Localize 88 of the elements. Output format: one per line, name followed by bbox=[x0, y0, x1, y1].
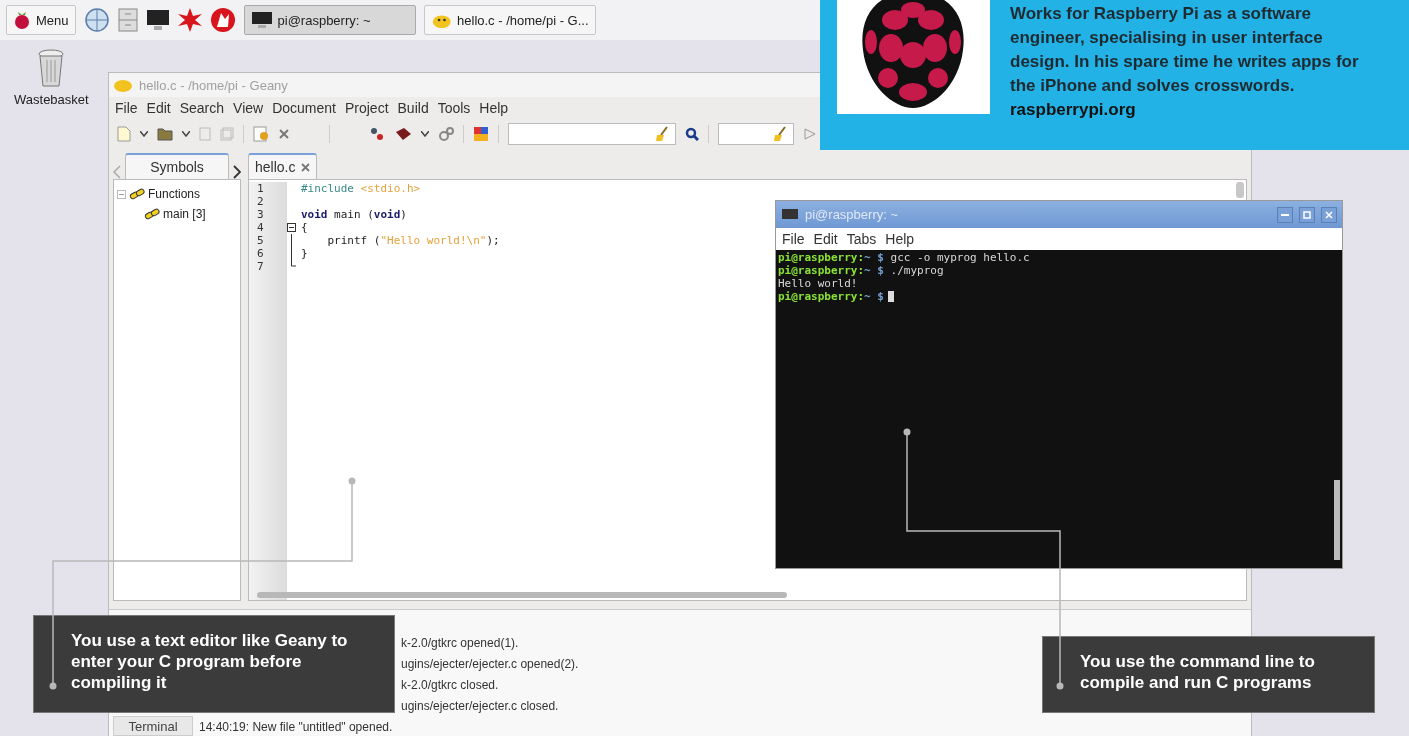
line-number: 7 bbox=[257, 260, 265, 273]
search-icon[interactable] bbox=[685, 127, 699, 141]
menu-item[interactable]: Edit bbox=[813, 231, 838, 247]
fold-marker-icon[interactable] bbox=[287, 221, 296, 234]
starburst-icon[interactable] bbox=[177, 8, 202, 32]
line-number: 5 bbox=[257, 234, 265, 247]
maximize-icon bbox=[1303, 210, 1311, 219]
minimize-button[interactable] bbox=[1277, 206, 1293, 223]
symbol-item[interactable]: main [3] bbox=[163, 207, 206, 221]
sidebar-tab[interactable]: Symbols bbox=[125, 153, 229, 179]
monitor-icon bbox=[250, 11, 273, 29]
menu-item[interactable]: Help bbox=[479, 100, 509, 116]
code-line: { bbox=[301, 221, 308, 234]
menu-item[interactable]: Build bbox=[397, 100, 429, 116]
log-line: k-2.0/gtkrc closed. bbox=[401, 677, 499, 692]
close-icon[interactable] bbox=[301, 162, 311, 172]
callout-text: You use a text editor like Geany to enter your C program before compiling it bbox=[71, 630, 349, 693]
trash-can-icon bbox=[36, 48, 67, 88]
message-tab[interactable]: Terminal bbox=[113, 716, 193, 736]
maximize-button[interactable] bbox=[1299, 206, 1315, 223]
code-line: void main (void) bbox=[301, 208, 407, 221]
menu-item[interactable]: Tabs bbox=[846, 231, 877, 247]
menu-item[interactable]: Tools bbox=[437, 100, 471, 116]
compile-icon[interactable] bbox=[369, 126, 385, 142]
caret-icon[interactable] bbox=[182, 131, 190, 137]
line-number: 1 bbox=[257, 182, 265, 195]
code-line: } bbox=[301, 247, 308, 260]
window-title: pi@raspberry: ~ bbox=[805, 207, 899, 222]
search-field[interactable] bbox=[508, 123, 676, 145]
collapse-icon[interactable] bbox=[117, 189, 126, 199]
monitor-icon bbox=[781, 207, 799, 222]
scroll-right-icon[interactable] bbox=[233, 165, 241, 179]
file-tab[interactable]: hello.c bbox=[248, 153, 318, 179]
caret-icon[interactable] bbox=[421, 131, 429, 137]
scrollbar[interactable] bbox=[1236, 182, 1244, 198]
globe-icon[interactable] bbox=[83, 7, 110, 33]
terminal-line: pi@raspberry:~ $ bbox=[778, 290, 884, 303]
window-title: hello.c - /home/pi - Geany bbox=[139, 77, 288, 93]
desktop-icon[interactable]: Wastebasket bbox=[14, 48, 89, 107]
gears-icon[interactable] bbox=[438, 126, 454, 142]
log-line: 14:40:19: New file "untitled" opened. bbox=[199, 719, 393, 734]
terminal-line: Hello world! bbox=[778, 277, 858, 290]
log-line: ugins/ejecter/ejecter.c opened(2). bbox=[401, 656, 579, 671]
code-line: #include <stdio.h> bbox=[301, 182, 421, 195]
terminal-line: pi@raspberry:~ $ ./myprog bbox=[778, 264, 944, 277]
symbol-group[interactable]: Functions bbox=[148, 187, 201, 201]
line-number: 3 bbox=[257, 208, 265, 221]
desktop-icon-label: Wastebasket bbox=[14, 92, 89, 107]
goto-line-field[interactable] bbox=[718, 123, 794, 145]
monitor-icon[interactable] bbox=[145, 9, 170, 31]
menu-item[interactable]: File bbox=[115, 100, 138, 116]
menu-item[interactable]: File bbox=[782, 231, 805, 247]
menu-item[interactable]: Document bbox=[272, 100, 336, 116]
terminal-line: pi@raspberry:~ $ gcc -o myprog hello.c bbox=[778, 251, 1030, 264]
line-number: 4 bbox=[257, 221, 265, 234]
broom-icon[interactable] bbox=[655, 126, 669, 142]
menu-item[interactable]: Project bbox=[344, 100, 389, 116]
log-line: ugins/ejecter/ejecter.c closed. bbox=[401, 698, 559, 713]
menu-item[interactable]: Search bbox=[179, 100, 225, 116]
link-icon bbox=[129, 188, 145, 200]
callout-text: You use the command line to compile and run C programs bbox=[1080, 651, 1316, 693]
scrollbar[interactable] bbox=[1334, 480, 1340, 560]
menu-button[interactable]: Menu bbox=[6, 5, 76, 35]
broom-icon[interactable] bbox=[773, 126, 787, 142]
code-line: printf ("Hello world!\n"); bbox=[326, 234, 500, 247]
raspberry-icon bbox=[13, 10, 31, 30]
menu-item[interactable]: Help bbox=[885, 231, 915, 247]
taskbar-window-button[interactable]: hello.c - /home/pi - G... bbox=[423, 5, 596, 35]
scrollbar[interactable] bbox=[257, 592, 787, 598]
link-icon bbox=[144, 208, 160, 220]
close-icon[interactable] bbox=[278, 128, 290, 140]
log-line: k-2.0/gtkrc opened(1). bbox=[401, 635, 519, 650]
caret-icon[interactable] bbox=[140, 131, 148, 137]
line-number: 2 bbox=[257, 195, 265, 208]
taskbar-window-button[interactable]: pi@raspberry: ~ bbox=[243, 5, 416, 35]
bio-text: Works for Raspberry Pi as a software engineer, specialising in user interface design. In his spare time he writes apps for the iPhone and solves crosswords. bbox=[1010, 3, 1360, 97]
brick-icon[interactable] bbox=[394, 126, 412, 142]
line-number: 6 bbox=[257, 247, 265, 260]
minimize-icon bbox=[1281, 213, 1289, 216]
revert-icon[interactable] bbox=[253, 126, 269, 142]
menu-item[interactable]: Edit bbox=[146, 100, 171, 116]
website-link[interactable]: raspberrypi.org bbox=[1010, 100, 1136, 119]
color-chooser-icon[interactable] bbox=[473, 126, 489, 142]
terminal-console[interactable]: pi@raspberry:~ $ gcc -o myprog hello.c pi@raspberry:~ $ ./myprog Hello world! pi@raspberry:~ $ bbox=[776, 250, 1342, 568]
close-button[interactable] bbox=[1321, 206, 1337, 223]
close-icon bbox=[1325, 210, 1333, 219]
folder-icon[interactable] bbox=[157, 127, 173, 141]
menu-item[interactable]: View bbox=[233, 100, 264, 116]
